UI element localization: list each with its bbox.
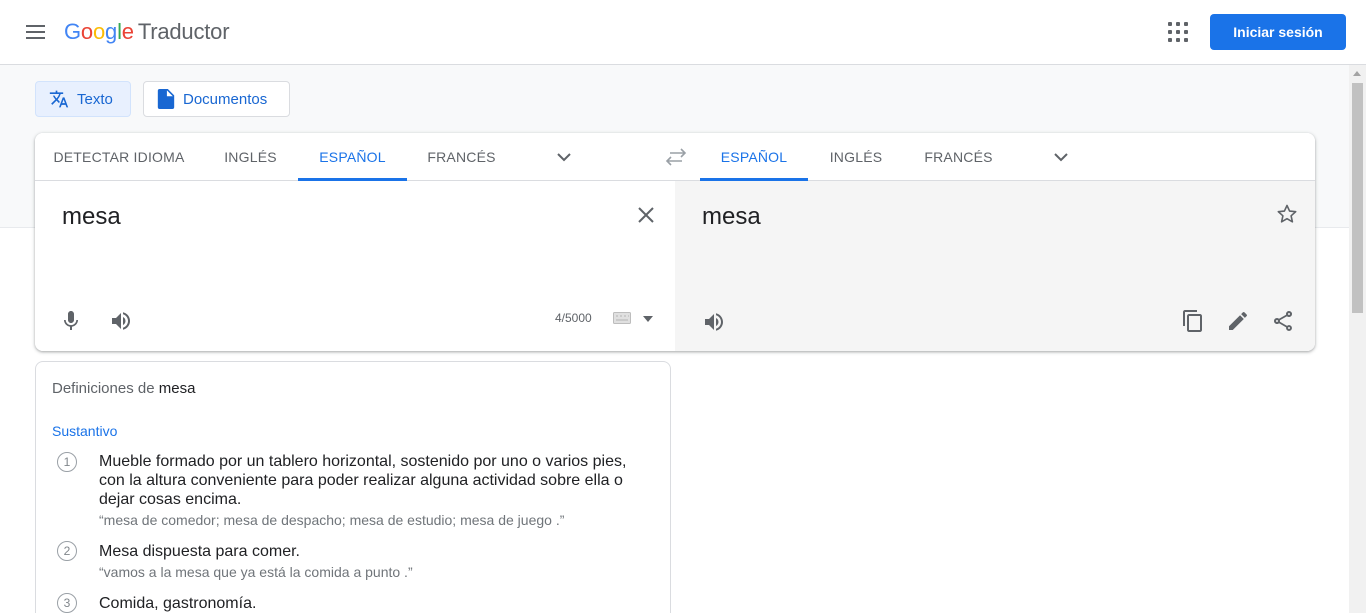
logo-letter: e <box>121 19 134 44</box>
swap-languages-icon[interactable] <box>665 147 687 167</box>
tab-source-english[interactable]: INGLÉS <box>203 133 298 180</box>
logo-letter: g <box>105 19 118 44</box>
target-listen-speaker-icon[interactable] <box>702 310 726 334</box>
document-icon <box>157 89 175 109</box>
main-menu-icon[interactable] <box>22 18 50 46</box>
definition-text: Mueble formado por un tablero horizontal… <box>99 453 627 508</box>
tab-target-french[interactable]: FRANCÉS <box>904 133 1013 180</box>
top-bar: Google Traductor Iniciar sesión <box>0 0 1366 65</box>
source-panel[interactable]: mesa 4/5000 <box>35 181 675 351</box>
keyboard-icon[interactable] <box>613 312 631 324</box>
character-count: 4/5000 <box>555 311 592 325</box>
save-translation-star-icon[interactable] <box>1275 202 1299 226</box>
copy-translation-icon[interactable] <box>1181 309 1205 333</box>
google-apps-icon[interactable] <box>1166 20 1190 44</box>
page-scrollbar[interactable] <box>1349 65 1366 613</box>
scroll-up-arrow-icon[interactable] <box>1353 71 1361 76</box>
documents-mode-label: Documentos <box>183 90 268 108</box>
scroll-thumb[interactable] <box>1352 83 1363 313</box>
microphone-icon[interactable] <box>59 309 83 333</box>
product-name: Traductor <box>137 19 230 44</box>
translate-icon <box>49 90 69 108</box>
tab-source-spanish[interactable]: ESPAÑOL <box>298 133 407 181</box>
definitions-title: Definiciones de mesa <box>52 380 195 397</box>
keyboard-dropdown-icon[interactable] <box>643 316 653 322</box>
translation-card: DETECTAR IDIOMA INGLÉS ESPAÑOL FRANCÉS E… <box>35 133 1315 351</box>
logo-letter: G <box>64 19 81 44</box>
target-more-languages-chevron-icon[interactable] <box>1053 149 1069 165</box>
definitions-word: mesa <box>158 380 196 397</box>
definition-text: Mesa dispuesta para comer. <box>99 543 300 560</box>
clear-text-close-icon[interactable] <box>634 203 658 227</box>
definition-number: 1 <box>57 452 77 472</box>
part-of-speech-label: Sustantivo <box>52 423 118 439</box>
definitions-title-prefix: Definiciones de <box>52 380 155 397</box>
definition-example: “vamos a la mesa que ya está la comida a… <box>99 564 413 580</box>
text-mode-label: Texto <box>77 90 113 108</box>
documents-mode-button[interactable]: Documentos <box>143 81 290 117</box>
share-icon[interactable] <box>1271 309 1295 333</box>
definition-example: “mesa de comedor; mesa de despacho; mesa… <box>99 512 565 528</box>
signin-button[interactable]: Iniciar sesión <box>1210 14 1346 50</box>
tab-source-detect[interactable]: DETECTAR IDIOMA <box>35 133 203 180</box>
text-mode-button[interactable]: Texto <box>35 81 131 117</box>
logo-letter: o <box>80 19 93 44</box>
tab-target-english[interactable]: INGLÉS <box>808 133 904 180</box>
definitions-card: Definiciones de mesa Sustantivo 1 Mueble… <box>35 361 671 613</box>
source-listen-speaker-icon[interactable] <box>109 309 133 333</box>
source-more-languages-chevron-icon[interactable] <box>556 149 572 165</box>
definition-number: 3 <box>57 593 77 613</box>
target-panel: mesa <box>675 181 1315 351</box>
google-translate-logo[interactable]: Google Traductor <box>64 19 230 45</box>
definition-text: Comida, gastronomía. <box>99 595 257 612</box>
edit-translation-pencil-icon[interactable] <box>1226 309 1250 333</box>
tab-source-french[interactable]: FRANCÉS <box>407 133 516 180</box>
language-bar: DETECTAR IDIOMA INGLÉS ESPAÑOL FRANCÉS E… <box>35 133 1315 181</box>
definition-number: 2 <box>57 541 77 561</box>
source-text-input[interactable]: mesa <box>62 203 121 231</box>
logo-letter: o <box>92 19 106 44</box>
translated-text: mesa <box>702 203 761 230</box>
tab-target-spanish[interactable]: ESPAÑOL <box>700 133 808 181</box>
